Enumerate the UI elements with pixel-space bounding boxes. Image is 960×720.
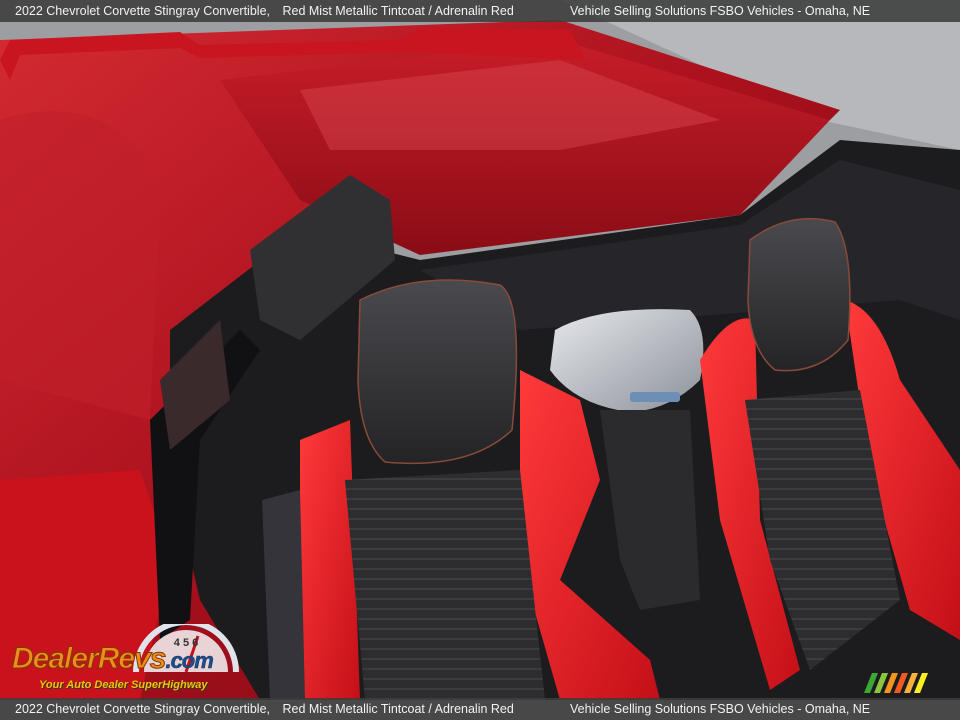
fender-highlight [0, 111, 160, 421]
left-headrest [357, 279, 518, 465]
color-stripes-icon [864, 673, 928, 693]
caption-bar-bottom: 2022 Chevrolet Corvette Stingray Convert… [0, 698, 960, 720]
left-seat-bolster-left [300, 420, 360, 700]
watermark-dealer: Dealer [12, 642, 100, 676]
vehicle-color: Red Mist Metallic Tintcoat / Adrenalin R… [282, 4, 514, 18]
dealerrevs-watermark: 4 5 6 DealerRevs.com Your Auto Dealer Su… [12, 622, 272, 694]
console-badge [630, 392, 680, 402]
watermark-logo-text: DealerRevs.com [12, 642, 215, 676]
watermark-com: .com [165, 648, 214, 674]
car-photo [0, 0, 960, 720]
vehicle-title-bottom: 2022 Chevrolet Corvette Stingray Convert… [15, 702, 270, 716]
photo-frame: 2022 Chevrolet Corvette Stingray Convert… [0, 0, 960, 720]
vehicle-color-bottom: Red Mist Metallic Tintcoat / Adrenalin R… [282, 702, 514, 716]
caption-left-top: 2022 Chevrolet Corvette Stingray Convert… [15, 0, 523, 22]
caption-left-bottom: 2022 Chevrolet Corvette Stingray Convert… [15, 698, 523, 720]
right-headrest [747, 217, 851, 372]
watermark-tagline: Your Auto Dealer SuperHighway [39, 679, 208, 691]
caption-bar-top: 2022 Chevrolet Corvette Stingray Convert… [0, 0, 960, 22]
watermark-revs: Revs [97, 642, 167, 676]
left-seat-back [345, 470, 545, 700]
dealer-name: Vehicle Selling Solutions FSBO Vehicles … [570, 4, 871, 18]
vehicle-title: 2022 Chevrolet Corvette Stingray Convert… [15, 4, 270, 18]
dealer-name-bottom: Vehicle Selling Solutions FSBO Vehicles … [570, 702, 871, 716]
